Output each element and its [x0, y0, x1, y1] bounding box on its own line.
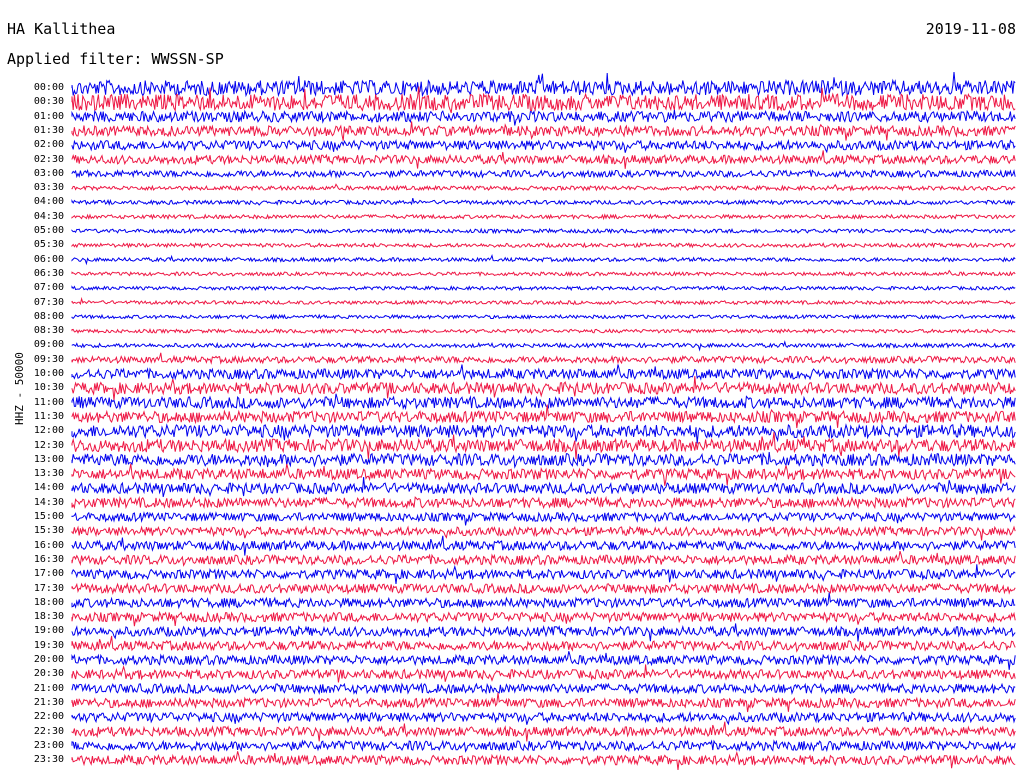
trace-line [71, 582, 1016, 595]
trace-line [71, 393, 1016, 411]
trace-line [71, 254, 1016, 266]
trace-line [71, 150, 1016, 169]
trace-line [71, 72, 1016, 98]
trace-line [71, 525, 1016, 541]
trace-line [71, 623, 1016, 642]
trace-line [71, 510, 1016, 526]
trace-line [71, 463, 1016, 486]
trace-line [71, 340, 1016, 352]
trace-line [71, 121, 1016, 141]
trace-line [71, 404, 1016, 429]
trace-line [71, 168, 1016, 179]
trace-line [71, 635, 1016, 653]
trace-line [71, 109, 1016, 126]
trace-line [71, 364, 1016, 381]
trace-line [71, 269, 1016, 278]
trace-line [71, 285, 1016, 292]
trace-line [71, 535, 1016, 556]
trace-line [71, 213, 1016, 221]
trace-line [71, 138, 1016, 154]
trace-line [71, 451, 1016, 469]
trace-line [71, 376, 1016, 401]
trace-line [71, 550, 1016, 567]
trace-line [71, 432, 1016, 460]
trace-line [71, 721, 1016, 742]
trace-line [71, 739, 1016, 753]
trace-line [71, 183, 1016, 192]
trace-line [71, 352, 1016, 365]
trace-line [71, 296, 1016, 306]
trace-line [71, 592, 1016, 610]
trace-line [71, 227, 1016, 235]
trace-line [71, 692, 1016, 713]
trace-line [71, 477, 1016, 498]
trace-line [71, 242, 1016, 249]
trace-line [71, 664, 1016, 683]
trace-line [71, 495, 1016, 510]
trace-line [71, 197, 1016, 206]
trace-line [71, 423, 1016, 444]
trace-line [71, 327, 1016, 335]
trace-line [71, 651, 1016, 670]
trace-line [71, 750, 1016, 770]
trace-line [71, 682, 1016, 696]
helicorder-plot [71, 72, 1016, 770]
trace-line [71, 313, 1016, 320]
trace-line [71, 710, 1016, 726]
trace-line [71, 610, 1016, 627]
trace-line [71, 564, 1016, 585]
